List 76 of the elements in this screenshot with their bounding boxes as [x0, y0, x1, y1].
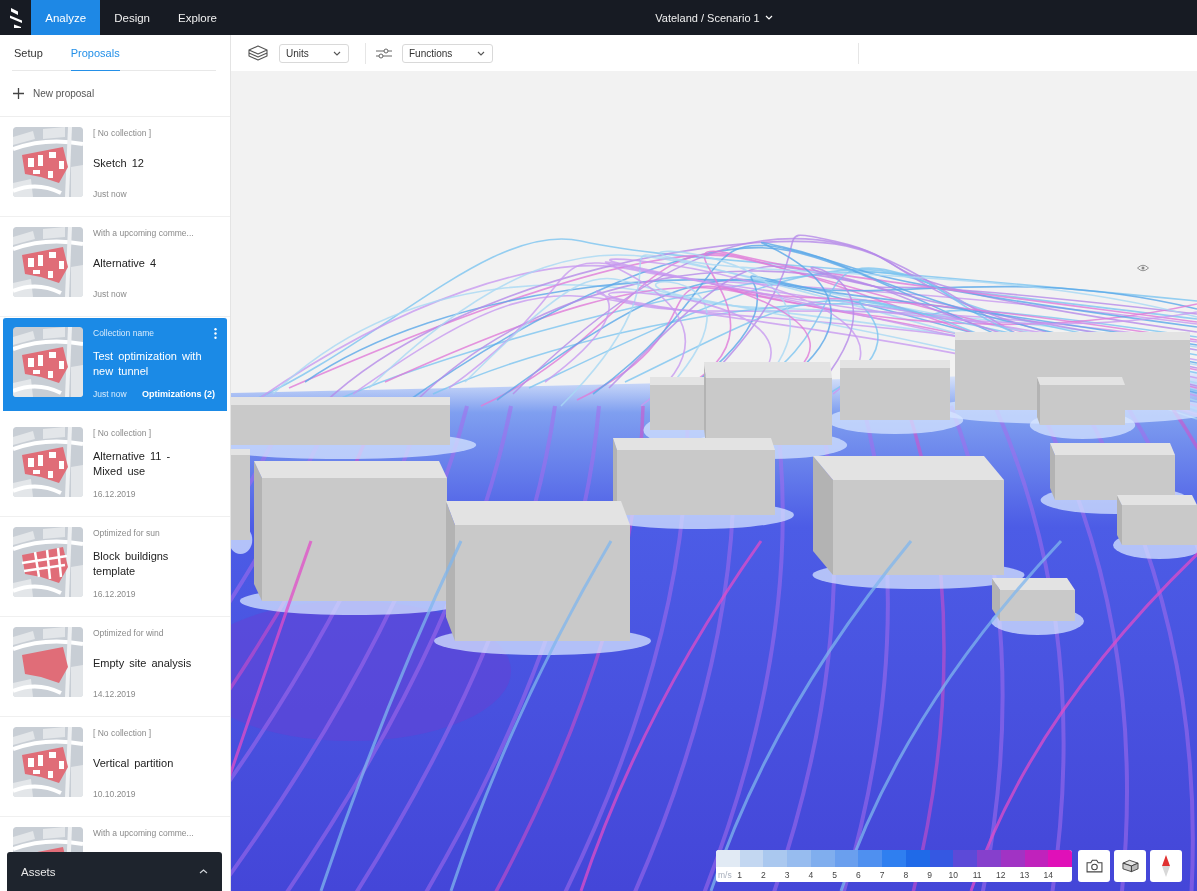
proposal-item[interactable]: Optimized for sun Block buildigns template 16.12.2019	[0, 517, 230, 617]
tick-label: 3	[783, 869, 791, 880]
tick-label: 9	[926, 869, 933, 880]
proposal-item[interactable]: [ No collection ] Alternative 11 - Mixed use 16.12.2019	[0, 417, 230, 517]
collection-label: With a upcoming comme...	[93, 227, 195, 240]
compass-button[interactable]	[1150, 850, 1182, 882]
site-plan-thumbnail	[13, 227, 83, 297]
nav-tab[interactable]: Explore	[164, 0, 231, 35]
proposal-name: Block buildigns template	[93, 548, 170, 579]
proposal-date: 16.12.2019	[93, 489, 136, 499]
new-proposal-button[interactable]: New proposal	[13, 84, 95, 103]
site-plan-thumbnail	[13, 427, 83, 497]
camera-icon	[1085, 859, 1103, 873]
collection-label: Collection name	[93, 327, 155, 340]
proposal-date: Just now	[93, 289, 127, 299]
site-plan-thumbnail	[13, 627, 83, 697]
logo-icon[interactable]	[8, 7, 23, 28]
functions-dropdown[interactable]: Functions	[402, 43, 493, 63]
tick-label: 8	[902, 869, 910, 880]
sidebar-tab[interactable]: Setup	[14, 35, 43, 71]
nav-tab[interactable]: Design	[100, 0, 164, 35]
eye-icon[interactable]	[1137, 264, 1149, 272]
assets-panel-header[interactable]: Assets	[7, 852, 222, 891]
cube-icon	[1121, 859, 1139, 873]
optimizations-link[interactable]: Optimizations (2)	[142, 389, 215, 399]
view-mode-button[interactable]	[1114, 850, 1146, 882]
collection-label: Optimized for wind	[93, 627, 165, 640]
nav-tab[interactable]: Analyze	[31, 0, 101, 35]
site-plan-thumbnail	[13, 327, 83, 397]
proposal-name: Test optimization with new tunnel	[93, 348, 203, 379]
unit-label: m/s	[717, 869, 732, 880]
layers-icon[interactable]	[248, 45, 268, 61]
tick-label: 7	[878, 869, 886, 880]
proposal-name: Sketch 12	[93, 156, 145, 171]
collection-label: Optimized for sun	[93, 527, 161, 540]
chevron-down-icon	[764, 15, 773, 20]
tick-label: 13	[1018, 869, 1031, 880]
kebab-menu-icon[interactable]	[214, 328, 217, 339]
project-title-dropdown[interactable]: Vateland / Scenario 1	[655, 7, 773, 28]
proposal-item[interactable]: [ No collection ] Sketch 12 Just now	[0, 117, 230, 217]
sidebar-tab[interactable]: Proposals	[70, 35, 120, 71]
site-plan-thumbnail	[13, 727, 83, 797]
proposal-name: Alternative 11 - Mixed use	[93, 448, 172, 479]
proposal-name: Alternative 4	[93, 256, 158, 271]
tick-label: 6	[855, 869, 862, 880]
tick-label: 2	[760, 869, 767, 880]
collection-label: [ No collection ]	[93, 427, 153, 440]
proposal-item[interactable]: Optimized for wind Empty site analysis 14.12.2019	[0, 617, 230, 717]
tick-label: 4	[807, 869, 815, 880]
tick-label: 10	[947, 869, 960, 880]
collection-label: With a upcoming comme...	[93, 827, 195, 840]
tick-label: 1	[736, 869, 744, 880]
proposal-date: Just now	[93, 389, 127, 399]
proposal-item[interactable]: With a upcoming comme... Alternative 4 Just now	[0, 217, 230, 317]
proposal-date: 10.10.2019	[93, 789, 136, 799]
proposal-date: 16.12.2019	[93, 589, 136, 599]
screenshot-button[interactable]	[1078, 850, 1110, 882]
proposal-date: Just now	[93, 189, 127, 199]
tick-label: 14	[1042, 869, 1054, 880]
sliders-icon[interactable]	[376, 47, 392, 59]
chevron-down-icon	[333, 50, 341, 56]
site-plan-thumbnail	[13, 127, 83, 197]
tick-label: 5	[831, 869, 838, 880]
tick-label: 12	[995, 869, 1007, 880]
proposal-name: Vertical partition	[93, 756, 175, 771]
proposal-item[interactable]: [ No collection ] Vertical partition 10.10.2019	[0, 717, 230, 817]
proposal-date: 14.12.2019	[93, 689, 136, 699]
collection-label: [ No collection ]	[93, 727, 153, 740]
proposal-name: Empty site analysis	[93, 656, 193, 671]
north-arrow-icon	[1161, 855, 1171, 877]
plus-icon	[13, 88, 24, 99]
chevron-down-icon	[477, 50, 485, 56]
site-plan-thumbnail	[13, 527, 83, 597]
tick-label: 11	[971, 869, 983, 880]
collection-label: [ No collection ]	[93, 127, 153, 140]
units-dropdown[interactable]: Units	[279, 43, 349, 63]
